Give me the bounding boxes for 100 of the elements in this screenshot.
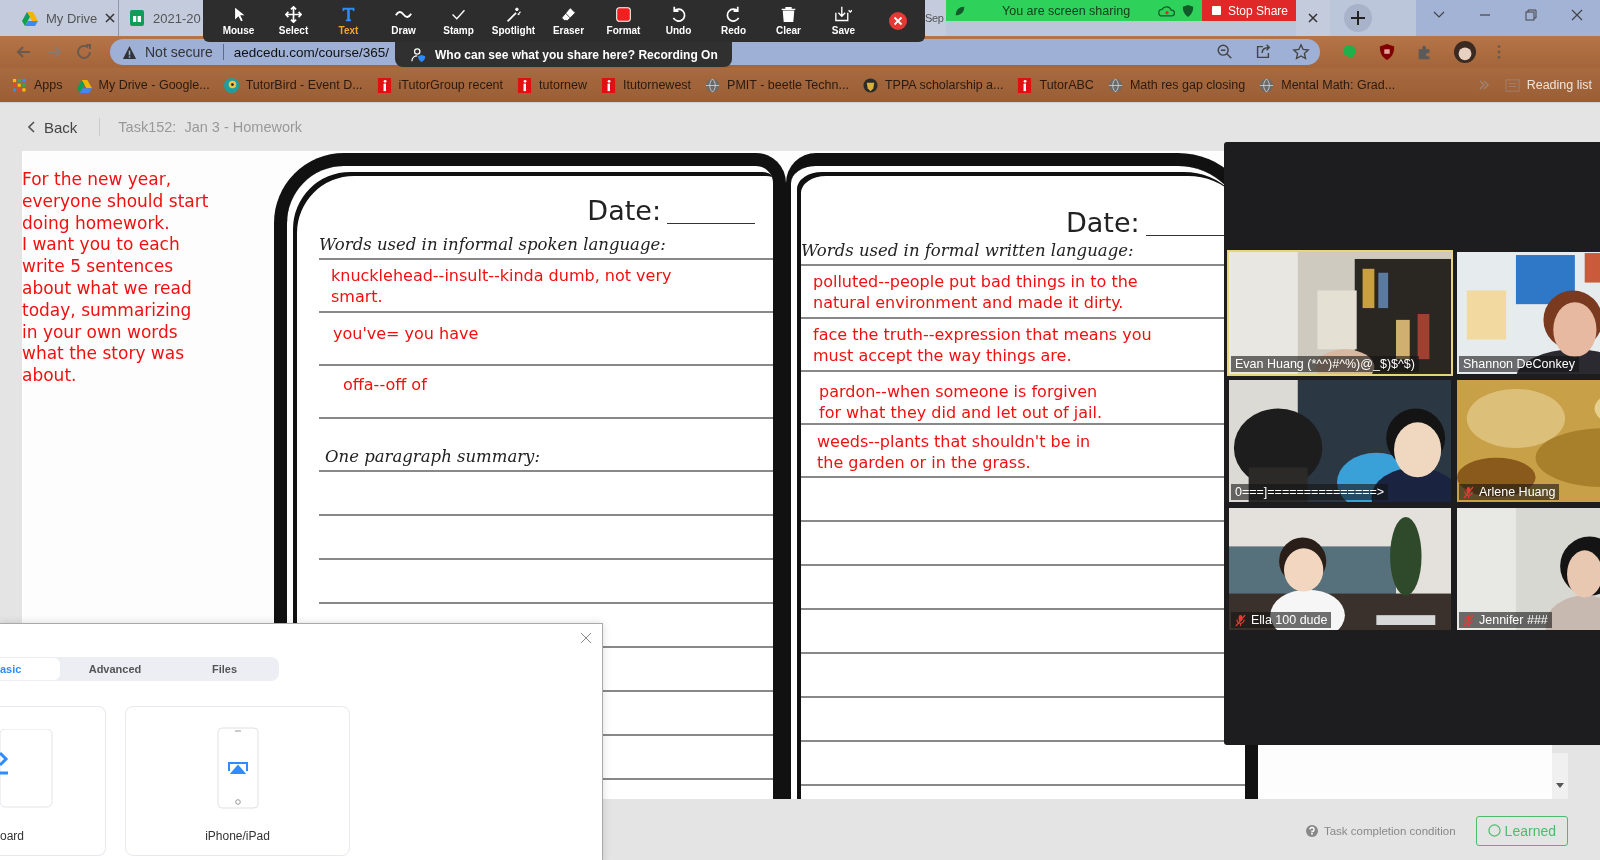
bookmark[interactable]: tutornew xyxy=(517,77,587,93)
bookmark[interactable]: iTutorGroup recent xyxy=(376,77,504,93)
video-tile[interactable]: Jennifer ### xyxy=(1455,506,1600,632)
new-tab-icon[interactable] xyxy=(1344,4,1372,32)
bookmark[interactable]: My Drive - Google... xyxy=(76,77,210,93)
browser-tab[interactable]: Sep xyxy=(925,0,946,36)
share-icon[interactable] xyxy=(1254,43,1272,61)
toolbar-button[interactable]: Format xyxy=(596,0,651,42)
task-title: Task152: Jan 3 - Homework xyxy=(118,119,303,135)
video-tile[interactable]: Arlene Huang xyxy=(1455,378,1600,504)
avatar[interactable] xyxy=(1454,41,1476,63)
help-icon xyxy=(1305,824,1318,837)
cloud-icon xyxy=(1158,4,1176,17)
undo-icon xyxy=(670,6,687,23)
completion-condition-text: Task completion condition xyxy=(1323,824,1456,837)
participant-name: Shannon DeConkey xyxy=(1463,357,1575,371)
scroll-down-icon[interactable] xyxy=(1556,783,1564,789)
option-card[interactable]: iPhone/iPad xyxy=(125,706,350,856)
stop-share-button[interactable]: Stop Share xyxy=(1202,0,1296,21)
triangle-logo-icon xyxy=(76,77,92,93)
apps-grid-icon xyxy=(12,77,27,93)
toolbar-button[interactable]: Save xyxy=(816,0,871,42)
browser-tab[interactable]: 2021-20 xyxy=(118,0,203,36)
phone-icon xyxy=(216,727,259,809)
card-label: iPhone/iPad xyxy=(205,829,270,843)
notice-text: Who can see what you share here? Recording On xyxy=(435,47,718,62)
info-logo-icon xyxy=(517,77,533,93)
close-icon[interactable] xyxy=(105,13,116,23)
warning-icon xyxy=(122,44,137,60)
video-tile[interactable]: 0===]===============> xyxy=(1227,378,1453,504)
toolbar-button[interactable]: Undo xyxy=(651,0,706,42)
chevron-left-icon xyxy=(28,121,36,133)
sharing-status-text: You are screen sharing xyxy=(1002,3,1131,18)
toolbar-button[interactable]: Stamp xyxy=(431,0,486,42)
security-label: Not secure xyxy=(145,44,213,60)
video-tile[interactable]: Evan Huang (*^^)#^%)@_$)$^$) xyxy=(1227,250,1453,376)
participant-name: Arlene Huang xyxy=(1479,485,1556,499)
annotation-text: weeds--plants that shouldn't be in the garden or in the grass. xyxy=(816,431,1091,473)
annotation-text: you've= you have xyxy=(332,323,479,344)
reading-list-button[interactable]: Reading list xyxy=(1504,77,1592,93)
crest-icon xyxy=(862,77,878,93)
annotation-text: knucklehead--insult--kinda dumb, not very smart. xyxy=(330,265,672,307)
annotation-text: polluted--people put bad things in to the natural environment and made it dirty. xyxy=(812,271,1138,313)
shield-icon xyxy=(1182,4,1194,17)
bookmark[interactable]: Apps xyxy=(12,77,63,93)
sharing-notice-bar[interactable]: Who can see what you share here? Recording On xyxy=(395,42,732,67)
annotation-text: pardon--when someone is forgiven for what they did and let out of jail. xyxy=(818,381,1102,423)
eraser-icon xyxy=(560,6,577,23)
video-tile[interactable]: Ella 100 dude xyxy=(1227,506,1453,632)
close-icon[interactable] xyxy=(1308,13,1318,23)
summary-label: One paragraph summary: xyxy=(324,447,540,468)
video-tile[interactable]: Shannon DeConkey xyxy=(1455,250,1600,376)
toolbar-button[interactable]: Eraser xyxy=(541,0,596,42)
toolbar-button[interactable]: Draw xyxy=(376,0,431,42)
annotation-text: offa--off of xyxy=(342,374,427,395)
date-label: Date: xyxy=(1066,209,1140,236)
toolbar-button[interactable]: Select xyxy=(266,0,321,42)
toolbar-button[interactable]: Text xyxy=(321,0,376,42)
url-text: aedcedu.com/course/365/ xyxy=(233,44,390,60)
triangle-logo-icon xyxy=(22,10,38,26)
list-icon xyxy=(1504,77,1520,93)
circle-icon xyxy=(1487,824,1501,837)
toolbar-button[interactable]: Mouse xyxy=(211,0,266,42)
dialog-tab[interactable]: Files xyxy=(170,657,279,681)
annotation-text: face the truth--expression that means you must accept the way things are. xyxy=(812,324,1152,366)
bookmark[interactable]: Math res gap closing xyxy=(1107,77,1246,93)
bookmark[interactable]: TutorABC xyxy=(1017,77,1094,93)
person-shield-icon xyxy=(411,46,427,63)
sheet-icon xyxy=(129,10,145,26)
bookmark[interactable]: TutorBird - Event D... xyxy=(223,77,363,93)
bookmark[interactable]: Itutornewest xyxy=(601,77,692,93)
color-square-icon xyxy=(615,6,632,23)
worksheet-heading: Words used in informal spoken language: xyxy=(319,224,773,260)
text-tool-icon xyxy=(340,6,357,23)
toolbar-button[interactable]: Clear xyxy=(761,0,816,42)
browser-tab[interactable]: My Drive xyxy=(0,0,118,36)
bookmark[interactable]: TPPA scholarship a... xyxy=(862,77,1004,93)
info-logo-icon xyxy=(376,77,392,93)
info-logo-icon xyxy=(1017,77,1033,93)
move-icon xyxy=(285,6,302,23)
back-button[interactable]: Back xyxy=(28,118,78,136)
bookmark[interactable]: PMIT - beetle Techn... xyxy=(705,77,849,93)
redo-icon xyxy=(725,6,742,23)
globe-icon xyxy=(1107,77,1123,93)
card-label: oard xyxy=(0,829,25,843)
shield-icon[interactable] xyxy=(1378,43,1396,61)
participant-name: Jennifer ### xyxy=(1479,613,1548,627)
bookmark[interactable]: Mental Math: Grad... xyxy=(1259,77,1396,93)
stop-square-icon xyxy=(1212,6,1221,15)
option-card[interactable]: oard xyxy=(0,706,106,856)
instructions-text: For the new year, everyone should start doing homework. I want you to each write 5 sentences about what we read today, summarizing in your own words what the story was about. xyxy=(22,168,210,387)
toolbar-button[interactable]: Spotlight xyxy=(486,0,541,42)
zoom-icon[interactable] xyxy=(1216,43,1234,61)
star-icon[interactable] xyxy=(1292,43,1310,61)
dialog-tab[interactable]: asic xyxy=(0,658,60,680)
wand-icon xyxy=(505,6,522,23)
close-icon[interactable] xyxy=(889,12,907,30)
dialog-tab[interactable]: Advanced xyxy=(60,657,170,681)
toolbar-button[interactable]: Redo xyxy=(706,0,761,42)
scrollbar[interactable] xyxy=(1552,753,1568,799)
